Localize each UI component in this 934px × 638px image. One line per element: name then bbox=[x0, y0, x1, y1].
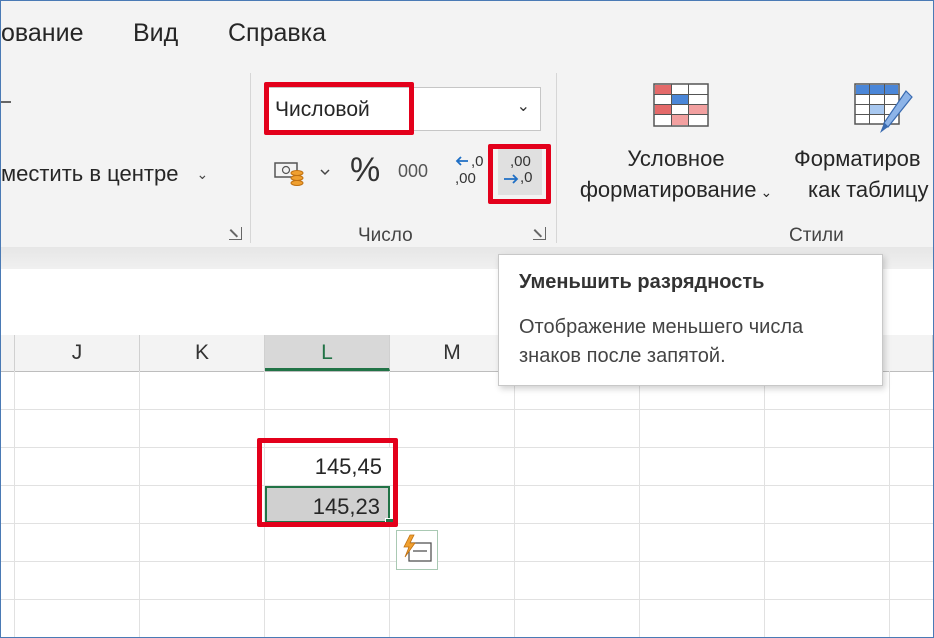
group-separator bbox=[556, 73, 557, 243]
increase-decimal-bottom: ,00 bbox=[455, 170, 476, 187]
grid-line bbox=[514, 371, 515, 637]
grid-line bbox=[764, 371, 765, 637]
number-group-label: Число bbox=[358, 225, 413, 246]
tooltip-decrease-decimal: Уменьшить разрядность Отображение меньше… bbox=[498, 254, 883, 386]
excel-window: ование Вид Справка местить в центре ⌄ Чи… bbox=[0, 0, 934, 638]
menu-bar: ование Вид Справка bbox=[1, 1, 933, 67]
currency-icon bbox=[274, 162, 330, 186]
chevron-down-icon: ⌄ bbox=[760, 184, 773, 200]
menu-item-view[interactable]: Вид bbox=[133, 19, 178, 48]
grid-line bbox=[889, 371, 890, 637]
arrow-left-icon bbox=[455, 156, 468, 166]
merge-center-button[interactable]: местить в центре ⌄ bbox=[1, 159, 208, 189]
quick-analysis-button[interactable] bbox=[396, 530, 438, 570]
styles-group-label: Стили bbox=[789, 225, 844, 246]
column-header-k[interactable]: K bbox=[140, 335, 265, 371]
column-header-m[interactable]: M bbox=[390, 335, 515, 371]
format-as-table-line1: Форматиров bbox=[794, 146, 921, 171]
grid-line bbox=[1, 409, 933, 410]
grid-line bbox=[1, 561, 933, 562]
increase-decimal-top: ,0 bbox=[471, 153, 484, 170]
conditional-formatting-line2: форматирование bbox=[579, 177, 757, 202]
comma-style-button[interactable]: 000 bbox=[398, 161, 428, 182]
chevron-down-icon[interactable]: ⌄ bbox=[196, 166, 208, 183]
accounting-format-button[interactable] bbox=[273, 157, 333, 189]
grid-line bbox=[14, 371, 15, 637]
alignment-fragment-icon bbox=[1, 101, 11, 103]
menu-item-help[interactable]: Справка bbox=[228, 19, 326, 48]
group-separator bbox=[250, 73, 251, 243]
alignment-dialog-launcher-icon[interactable] bbox=[229, 227, 242, 240]
format-as-table-icon bbox=[854, 83, 913, 133]
chevron-down-icon: ⌄ bbox=[516, 98, 530, 115]
grid-line bbox=[1, 523, 933, 524]
merge-center-label: местить в центре bbox=[1, 161, 179, 186]
grid-line bbox=[139, 371, 140, 637]
menu-item-review[interactable]: ование bbox=[1, 19, 83, 48]
tooltip-title: Уменьшить разрядность bbox=[519, 271, 765, 293]
grid-line bbox=[1, 447, 933, 448]
conditional-formatting-line1: Условное bbox=[627, 146, 725, 171]
conditional-formatting-button[interactable]: Условное форматирование ⌄ bbox=[566, 81, 786, 211]
conditional-formatting-icon bbox=[653, 83, 709, 127]
lightning-icon bbox=[403, 534, 432, 562]
column-header-j[interactable]: J bbox=[15, 335, 140, 371]
grid-line bbox=[639, 371, 640, 637]
format-as-table-line2: как таблицу bbox=[808, 177, 929, 202]
grid-line bbox=[1, 485, 933, 486]
format-as-table-button[interactable]: Форматиров как таблицу bbox=[794, 81, 933, 211]
increase-decimal-button[interactable]: ,0 ,00 bbox=[453, 151, 489, 191]
highlight-cells-box bbox=[257, 438, 398, 527]
highlight-decrease-decimal-box bbox=[488, 144, 551, 204]
percent-style-button[interactable]: % bbox=[350, 151, 380, 190]
column-header-partial[interactable] bbox=[1, 335, 15, 371]
grid-line bbox=[1, 599, 933, 600]
column-header-l[interactable]: L bbox=[265, 335, 390, 371]
highlight-format-box bbox=[264, 82, 414, 135]
column-header-partial[interactable] bbox=[890, 335, 933, 371]
number-dialog-launcher-icon[interactable] bbox=[533, 227, 546, 240]
tooltip-description: Отображение меньшего числа знаков после … bbox=[519, 316, 804, 367]
